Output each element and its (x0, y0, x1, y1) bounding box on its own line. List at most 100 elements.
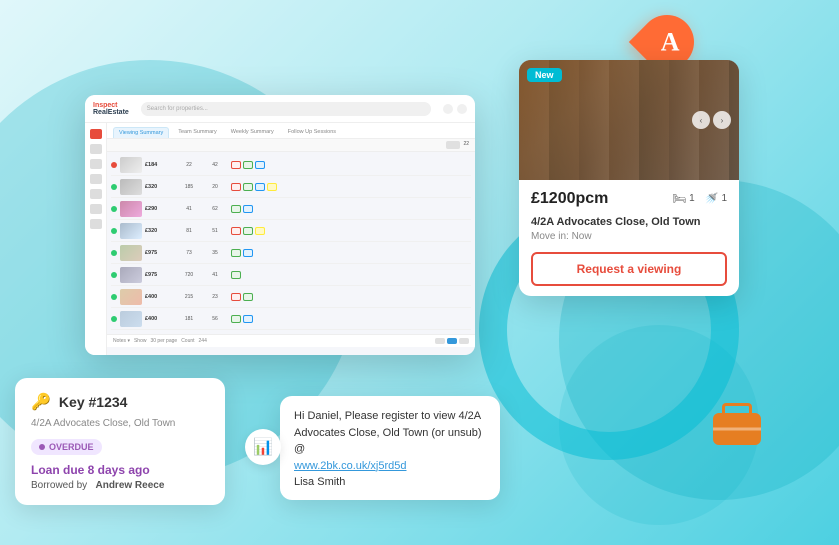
tab-follow-up[interactable]: Follow Up Sessions (283, 127, 341, 138)
app-table: £184 22 42 £320 185 (107, 152, 475, 332)
sms-body: Hi Daniel, Please register to view 4/2A … (294, 410, 482, 455)
property-image: New ‹ › (519, 60, 739, 180)
count-value: 244 (199, 338, 207, 344)
row-price: £320 (145, 184, 173, 190)
app-main-content: Viewing Summary Team Summary Weekly Summ… (107, 123, 475, 355)
overdue-badge: OVERDUE (31, 439, 102, 455)
table-row: £975 73 35 (111, 242, 471, 264)
app-tabs: Viewing Summary Team Summary Weekly Summ… (107, 123, 475, 139)
sidebar-item-6[interactable] (90, 204, 102, 214)
row-cell-1: 720 (179, 272, 199, 278)
baths-count: 1 (721, 193, 727, 204)
badge-3 (255, 161, 265, 169)
badge-2 (243, 249, 253, 257)
tab-team-summary[interactable]: Team Summary (173, 127, 222, 138)
briefcase-icon (713, 403, 761, 445)
property-move-in: Move in: Now (531, 231, 727, 242)
sidebar-item-home[interactable] (90, 129, 102, 139)
property-address: 4/2A Advocates Close, Old Town (531, 216, 727, 228)
sidebar-item-5[interactable] (90, 189, 102, 199)
move-in-value: Now (572, 231, 592, 242)
badge-3 (255, 183, 265, 191)
row-data: £184 22 42 (145, 161, 471, 169)
row-badges (231, 205, 253, 213)
row-price: £400 (145, 316, 173, 322)
badge-2 (243, 161, 253, 169)
sidebar-item-3[interactable] (90, 159, 102, 169)
borrowed-by-name: Andrew Reece (95, 480, 164, 491)
row-data: £320 185 20 (145, 183, 471, 191)
badge-2 (243, 183, 253, 191)
badge-1 (231, 227, 241, 235)
row-thumbnail (120, 157, 142, 173)
property-amenities: 🛏 1 🚿 1 (672, 192, 727, 205)
badge-1 (231, 249, 241, 257)
notification-icon[interactable] (443, 104, 453, 114)
row-price: £400 (145, 294, 173, 300)
row-thumbnail (120, 289, 142, 305)
row-thumbnail (120, 311, 142, 327)
row-cell-1: 181 (179, 316, 199, 322)
pagination-prev[interactable] (435, 338, 445, 344)
sidebar-item-settings[interactable] (90, 219, 102, 229)
sms-sender: Lisa Smith (294, 476, 486, 488)
scan-upload-icon[interactable]: 📊 (245, 429, 281, 465)
sms-card: Hi Daniel, Please register to view 4/2A … (280, 396, 500, 500)
count-badge: 22 (463, 141, 469, 149)
row-badges (231, 293, 253, 301)
key-subtitle: 4/2A Advocates Close, Old Town (31, 418, 209, 429)
app-header-icons (443, 104, 467, 114)
status-dot-green (111, 272, 117, 278)
prev-image-arrow[interactable]: ‹ (692, 111, 710, 129)
row-cell-2: 35 (205, 250, 225, 256)
row-badges (231, 161, 265, 169)
overdue-label: OVERDUE (49, 442, 94, 452)
overdue-dot (39, 444, 45, 450)
row-data: £975 720 41 (145, 271, 471, 279)
pagination-current[interactable] (447, 338, 457, 344)
count-label: Count (181, 338, 194, 344)
badge-2 (243, 227, 253, 235)
pagination-next[interactable] (459, 338, 469, 344)
property-price: £1200pcm (531, 190, 608, 208)
table-row: £320 185 20 (111, 176, 471, 198)
row-cell-2: 51 (205, 228, 225, 234)
briefcase-stripe (713, 428, 761, 431)
borrowed-label: Borrowed by (31, 480, 87, 491)
status-dot-red (111, 162, 117, 168)
badge-3 (255, 227, 265, 235)
tab-weekly-summary[interactable]: Weekly Summary (226, 127, 279, 138)
badge-1 (231, 205, 241, 213)
row-cell-1: 41 (179, 206, 199, 212)
table-row: £400 215 23 (111, 286, 471, 308)
row-cell-2: 41 (205, 272, 225, 278)
row-price: £975 (145, 250, 173, 256)
app-titlebar: InspectRealEstate Search for properties.… (85, 95, 475, 123)
key-card: 🔑 Key #1234 4/2A Advocates Close, Old To… (15, 378, 225, 505)
row-cell-2: 42 (205, 162, 225, 168)
sms-link[interactable]: www.2bk.co.uk/xj5rd5d (294, 460, 407, 472)
badge-4 (267, 183, 277, 191)
table-row: £290 41 62 (111, 198, 471, 220)
row-cell-2: 56 (205, 316, 225, 322)
status-dot-green (111, 228, 117, 234)
sidebar-item-2[interactable] (90, 144, 102, 154)
toolbar-filter-icon[interactable] (446, 141, 460, 149)
request-viewing-button[interactable]: Request a viewing (531, 252, 727, 286)
status-dot-green (111, 294, 117, 300)
app-search-bar[interactable]: Search for properties... (141, 102, 431, 116)
next-image-arrow[interactable]: › (713, 111, 731, 129)
row-data: £400 215 23 (145, 293, 471, 301)
pagination-controls[interactable] (435, 338, 469, 344)
star-icon[interactable] (457, 104, 467, 114)
row-data: £320 81 51 (145, 227, 471, 235)
row-price: £184 (145, 162, 173, 168)
sidebar-item-4[interactable] (90, 174, 102, 184)
badge-2 (243, 293, 253, 301)
row-cell-1: 73 (179, 250, 199, 256)
badge-1 (231, 183, 241, 191)
tab-viewing-summary[interactable]: Viewing Summary (113, 127, 169, 138)
app-body: Viewing Summary Team Summary Weekly Summ… (85, 123, 475, 355)
table-row: £320 81 51 (111, 220, 471, 242)
bathrooms-amenity: 🚿 1 (705, 192, 727, 205)
